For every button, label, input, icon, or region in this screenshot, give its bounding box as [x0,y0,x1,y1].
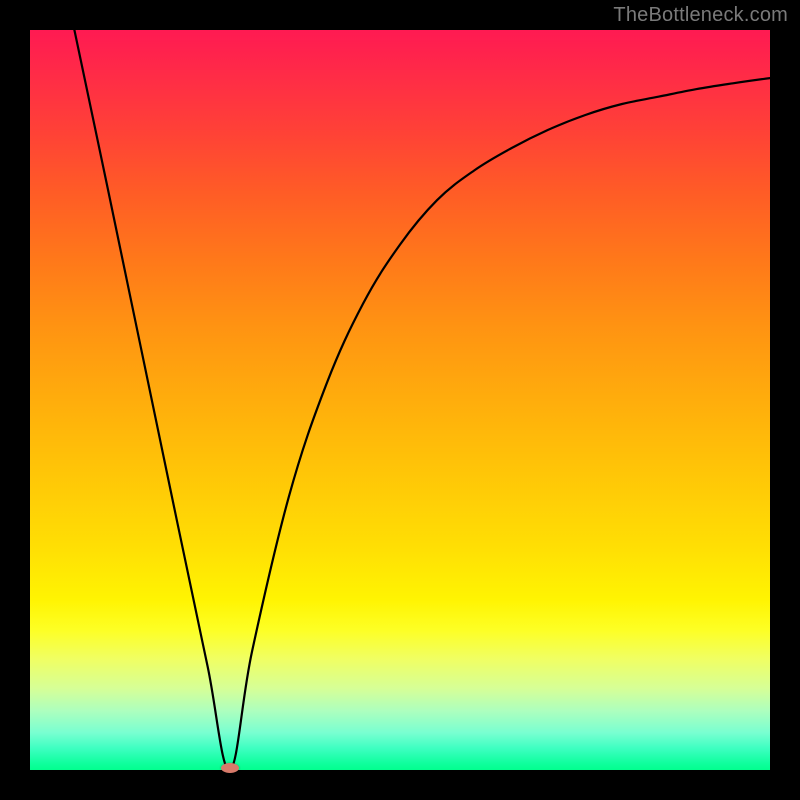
chart-frame: TheBottleneck.com [0,0,800,800]
bottleneck-curve [30,30,770,770]
plot-area [30,30,770,770]
watermark-text: TheBottleneck.com [613,4,788,27]
minimum-marker [221,763,239,773]
